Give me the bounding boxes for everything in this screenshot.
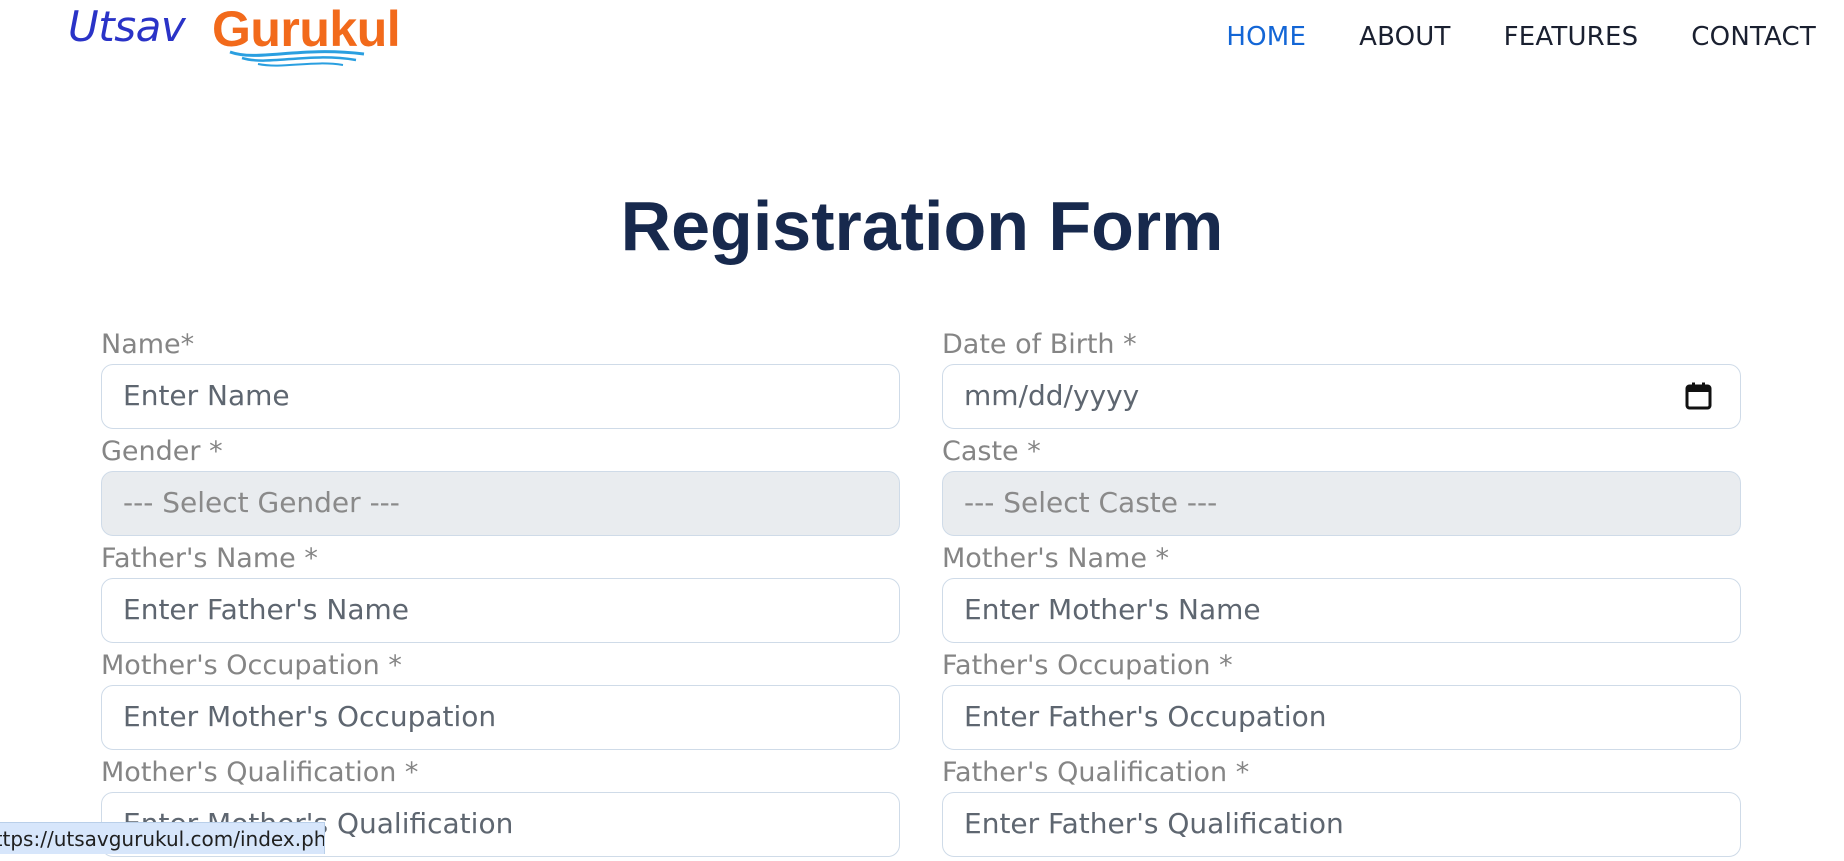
dob-field-group: Date of Birth * mm/dd/yyyy [942,326,1741,433]
name-input[interactable]: Enter Name [101,364,900,429]
gender-label: Gender * [101,436,223,467]
dob-label: Date of Birth * [942,329,1137,360]
status-bar-url: https://utsavgurukul.com/index.php [0,822,325,854]
name-field-group: Name* Enter Name [101,326,900,433]
calendar-icon[interactable] [1685,382,1712,410]
nav-features[interactable]: FEATURES [1504,22,1639,52]
caste-field-group: Caste * --- Select Caste --- [942,433,1741,540]
mother-name-input[interactable]: Enter Mother's Name [942,578,1741,643]
main-nav: HOME ABOUT FEATURES CONTACT [1173,0,1816,74]
mother-occupation-label: Mother's Occupation * [101,650,402,681]
dob-input[interactable]: mm/dd/yyyy [942,364,1741,429]
father-name-label: Father's Name * [101,543,318,574]
father-occupation-input[interactable]: Enter Father's Occupation [942,685,1741,750]
form-row: Mother's Occupation * Enter Mother's Occ… [101,647,1741,754]
caste-select[interactable]: --- Select Caste --- [942,471,1741,536]
mother-occupation-input[interactable]: Enter Mother's Occupation [101,685,900,750]
nav-home[interactable]: HOME [1226,22,1306,52]
form-row: Father's Name * Enter Father's Name Moth… [101,540,1741,647]
name-label: Name* [101,329,195,360]
mother-occupation-field-group: Mother's Occupation * Enter Mother's Occ… [101,647,900,754]
father-occupation-field-group: Father's Occupation * Enter Father's Occ… [942,647,1741,754]
mother-name-label: Mother's Name * [942,543,1170,574]
navbar: Utsav Gurukul HOME ABOUT FEATURES CONTAC… [0,0,1844,74]
father-name-field-group: Father's Name * Enter Father's Name [101,540,900,647]
father-qualification-field-group: Father's Qualification * Enter Father's … [942,754,1741,861]
registration-form: Name* Enter Name Date of Birth * mm/dd/y… [101,326,1741,861]
gender-select[interactable]: --- Select Gender --- [101,471,900,536]
brand-logo[interactable]: Utsav Gurukul [68,0,408,70]
form-row: Name* Enter Name Date of Birth * mm/dd/y… [101,326,1741,433]
logo-wave-icon [229,50,365,67]
page-title: Registration Form [620,187,1224,265]
father-name-input[interactable]: Enter Father's Name [101,578,900,643]
mother-name-field-group: Mother's Name * Enter Mother's Name [942,540,1741,647]
father-qualification-input[interactable]: Enter Father's Qualification [942,792,1741,857]
brand-name-utsav: Utsav [68,2,186,51]
form-row: Mother's Qualification * Enter Mother's … [101,754,1741,861]
father-occupation-label: Father's Occupation * [942,650,1233,681]
caste-label: Caste * [942,436,1041,467]
father-qualification-label: Father's Qualification * [942,757,1250,788]
form-row: Gender * --- Select Gender --- Caste * -… [101,433,1741,540]
dob-placeholder: mm/dd/yyyy [964,379,1140,412]
gender-field-group: Gender * --- Select Gender --- [101,433,900,540]
nav-about[interactable]: ABOUT [1359,22,1451,52]
nav-contact[interactable]: CONTACT [1691,22,1816,52]
mother-qualification-label: Mother's Qualification * [101,757,419,788]
